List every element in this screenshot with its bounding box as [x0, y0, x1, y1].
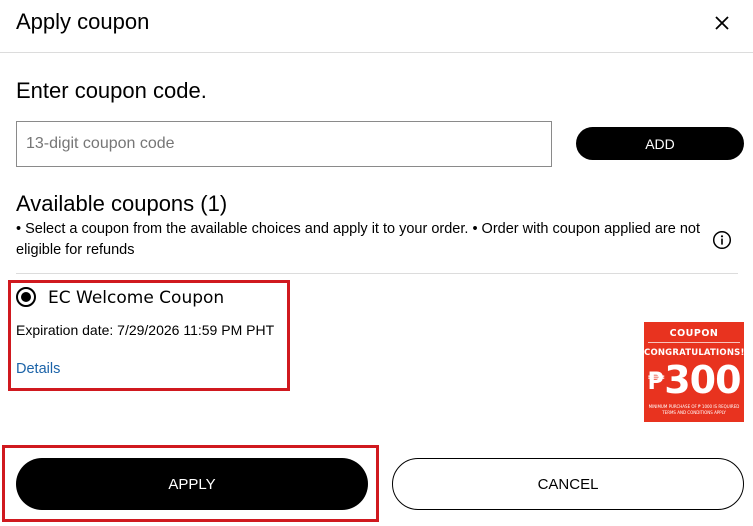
dialog-title: Apply coupon — [16, 9, 150, 34]
add-coupon-button[interactable]: ADD — [576, 127, 744, 160]
coupon-image-congrats: CONGRATULATIONS! — [644, 348, 745, 358]
coupon-fine-print-line-2: TERMS AND CONDITIONS APPLY — [662, 410, 726, 415]
available-coupons-description: • Select a coupon from the available cho… — [16, 221, 700, 258]
close-icon — [715, 16, 729, 30]
dialog-header: Apply coupon — [0, 0, 753, 53]
coupon-image: COUPON CONGRATULATIONS! ₱300 MINIMUM PUR… — [644, 322, 744, 422]
coupon-radio[interactable] — [16, 287, 36, 307]
apply-button[interactable]: APPLY — [16, 458, 368, 510]
coupon-code-input[interactable] — [16, 121, 552, 167]
coupon-amount-value: 300 — [664, 358, 741, 402]
coupon-image-heading: COUPON — [669, 328, 719, 339]
coupon-image-divider — [648, 342, 740, 343]
coupon-details-link[interactable]: Details — [16, 360, 60, 378]
coupon-image-amount: ₱300 — [644, 360, 744, 401]
radio-selected-dot — [21, 292, 31, 302]
close-button[interactable] — [707, 8, 737, 38]
cancel-button[interactable]: CANCEL — [392, 458, 744, 510]
info-icon[interactable] — [712, 230, 732, 250]
coupon-image-fine-print: MINIMUM PURCHASE OF ₱ 1000 IS REQUIRED T… — [644, 404, 744, 416]
peso-sign: ₱ — [647, 367, 664, 395]
coupon-entry-label: Enter coupon code. — [16, 78, 207, 103]
available-coupons-title: Available coupons (1) — [16, 191, 228, 216]
coupon-expiration: Expiration date: 7/29/2026 11:59 PM PHT — [16, 322, 275, 338]
divider — [16, 273, 738, 274]
coupon-name: EC Welcome Coupon — [48, 288, 225, 308]
